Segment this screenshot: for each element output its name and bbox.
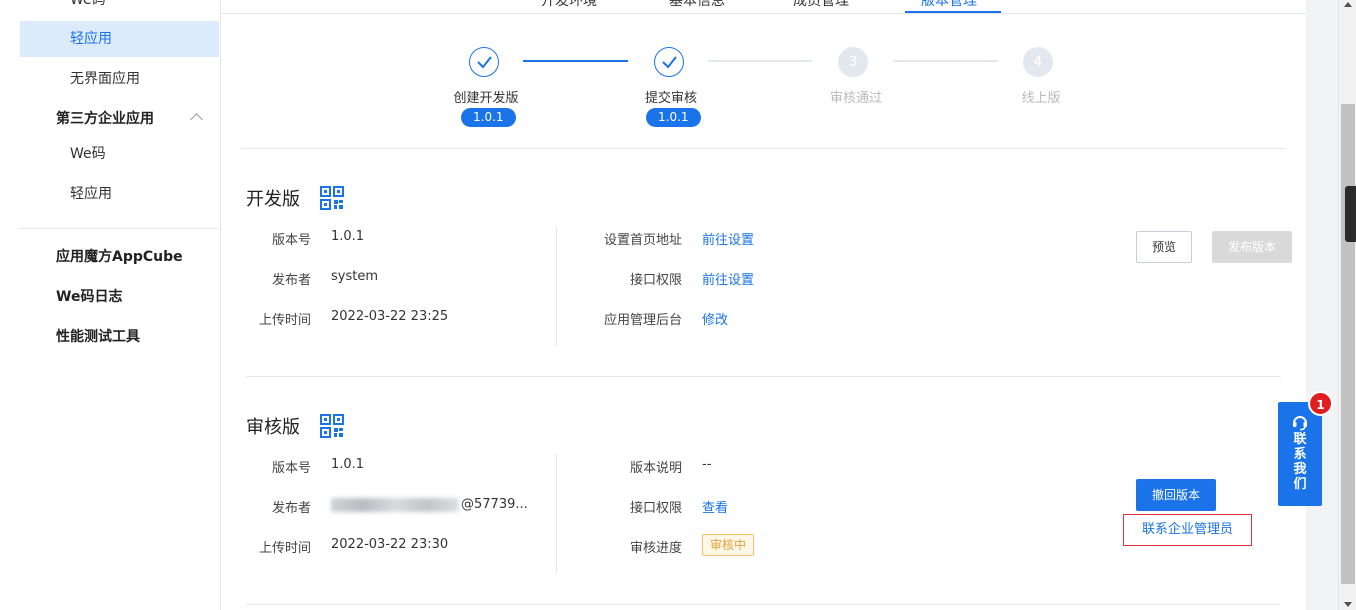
dev-admin-backend-edit-link[interactable]: 修改 <box>702 309 728 328</box>
step-4-label: 线上版 <box>1021 91 1061 106</box>
tab-dev-env[interactable]: 开发环境 <box>541 0 597 10</box>
tab-active-indicator <box>905 11 1001 13</box>
sidebar-item-light-app[interactable]: 轻应用 <box>20 21 219 57</box>
step-1-label: 创建开发版 <box>453 91 519 106</box>
step-3-number: 3 <box>838 47 868 77</box>
review-publisher-label: 发布者 <box>271 501 311 516</box>
dev-upload-time-label: 上传时间 <box>258 313 311 328</box>
scroll-down-arrow-icon[interactable] <box>1344 602 1352 607</box>
sidebar-item-perf-test[interactable]: 性能测试工具 <box>20 319 219 355</box>
withdraw-version-button[interactable]: 撤回版本 <box>1136 479 1216 511</box>
review-description-label: 版本说明 <box>629 461 682 476</box>
review-version-label: 版本号 <box>271 461 311 476</box>
tab-members[interactable]: 成员管理 <box>793 0 849 10</box>
tab-bar: 开发环境 基本信息 成员管理 版本管理 <box>221 0 1306 14</box>
dev-version-value: 1.0.1 <box>331 229 365 244</box>
dev-publisher-value: system <box>331 269 378 284</box>
sidebar: We码 轻应用 无界面应用 第三方企业应用 We码 轻应用 应用魔方AppCub… <box>0 0 221 610</box>
contact-admin-link[interactable]: 联系企业管理员 <box>1123 514 1252 546</box>
column-divider <box>556 454 557 574</box>
scroll-up-arrow-icon[interactable] <box>1344 2 1352 7</box>
step-2-version-badge: 1.0.1 <box>646 108 701 127</box>
review-progress-label: 审核进度 <box>629 541 682 556</box>
review-api-permission-view-link[interactable]: 查看 <box>702 497 728 516</box>
qr-code-icon[interactable] <box>320 414 344 438</box>
review-description-value: -- <box>702 457 712 472</box>
scrollbar[interactable] <box>1338 0 1356 610</box>
qr-code-icon[interactable] <box>320 186 344 210</box>
sidebar-item-we-code[interactable]: We码 <box>20 0 219 18</box>
column-divider <box>556 226 557 346</box>
dev-admin-backend-label: 应用管理后台 <box>603 313 682 328</box>
review-status-badge: 审核中 <box>702 534 755 556</box>
review-publisher-suffix: @57739... <box>461 497 528 512</box>
step-4-number: 4 <box>1023 47 1053 77</box>
sidebar-item-headless-app[interactable]: 无界面应用 <box>20 61 219 97</box>
preview-button[interactable]: 预览 <box>1136 231 1192 263</box>
headset-icon <box>1293 416 1307 431</box>
step-3-label: 审核通过 <box>829 91 882 106</box>
sidebar-item-third-party-light-app[interactable]: 轻应用 <box>20 176 219 212</box>
divider <box>246 604 1281 605</box>
review-publisher-value: @57739... <box>331 497 528 512</box>
step-2-check-icon <box>654 47 684 77</box>
redacted-name <box>331 497 459 512</box>
sidebar-group-third-party[interactable]: 第三方企业应用 <box>20 101 219 137</box>
chevron-up-icon[interactable] <box>190 113 203 126</box>
sidebar-item-appcube[interactable]: 应用魔方AppCube <box>20 239 219 275</box>
step-1-version-badge: 1.0.1 <box>461 108 516 127</box>
scrollbar-thumb[interactable] <box>1341 104 1355 584</box>
sidebar-divider <box>20 228 219 229</box>
publish-version-button[interactable]: 发布版本 <box>1212 231 1292 263</box>
dev-api-permission-label: 接口权限 <box>629 273 682 288</box>
main-panel: 开发环境 基本信息 成员管理 版本管理 3 4 创建开发版 提交审核 审核通过 … <box>221 0 1306 610</box>
sidebar-group-label: 第三方企业应用 <box>56 111 154 127</box>
dev-homepage-label: 设置首页地址 <box>603 233 682 248</box>
side-widget-handle[interactable] <box>1345 186 1356 242</box>
dev-homepage-setting-link[interactable]: 前往设置 <box>702 229 754 248</box>
review-version-value: 1.0.1 <box>331 457 365 472</box>
dev-section-title: 开发版 <box>246 189 300 210</box>
sidebar-item-we-code-log[interactable]: We码日志 <box>20 279 219 315</box>
step-connector-2 <box>708 60 812 62</box>
review-upload-time-value: 2022-03-22 23:30 <box>331 537 449 552</box>
tab-version-management[interactable]: 版本管理 <box>921 0 977 10</box>
step-connector-3 <box>893 60 998 62</box>
step-2-label: 提交审核 <box>644 91 697 106</box>
step-1-check-icon <box>469 47 499 77</box>
dev-version-label: 版本号 <box>271 233 311 248</box>
step-connector-1 <box>523 60 628 62</box>
dev-upload-time-value: 2022-03-22 23:25 <box>331 309 449 324</box>
review-section-title: 审核版 <box>246 417 300 438</box>
review-upload-time-label: 上传时间 <box>258 541 311 556</box>
notification-badge: 1 <box>1308 391 1333 416</box>
divider <box>241 148 1285 149</box>
review-api-permission-label: 接口权限 <box>629 501 682 516</box>
dev-api-permission-link[interactable]: 前往设置 <box>702 269 754 288</box>
contact-us-float-button[interactable]: 联 系 我 们 <box>1278 402 1322 506</box>
sidebar-item-third-party-we-code[interactable]: We码 <box>20 136 219 172</box>
tab-basic-info[interactable]: 基本信息 <box>669 0 725 10</box>
divider <box>246 376 1281 377</box>
dev-publisher-label: 发布者 <box>271 273 311 288</box>
contact-us-label: 联 系 我 们 <box>1293 432 1307 492</box>
